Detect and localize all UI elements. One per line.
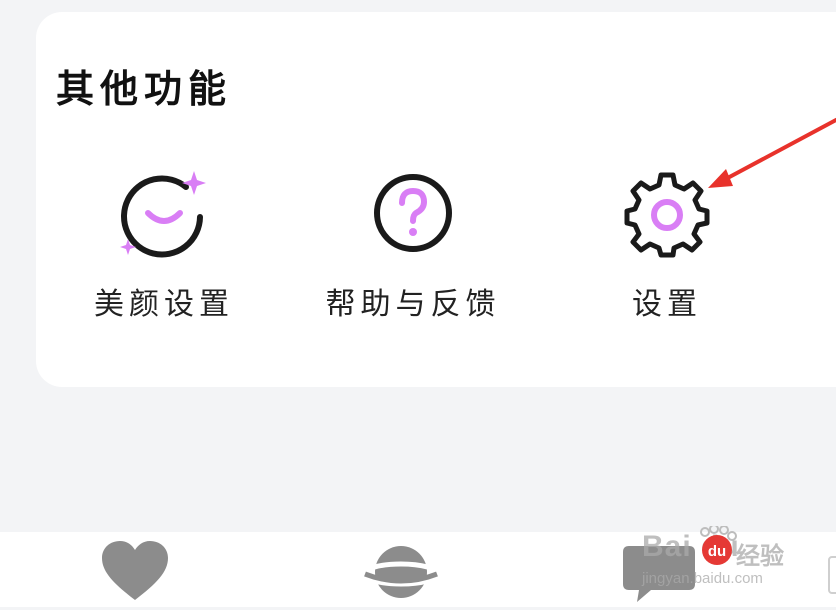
bottom-tab-bar [0,532,836,607]
help-feedback-button[interactable]: 帮助与反馈 [318,165,508,335]
heart-icon [100,540,170,606]
chat-bubble-icon [621,540,697,608]
question-mark-icon [365,165,461,261]
edge-scroll-handle [828,556,836,594]
section-title: 其他功能 [56,66,233,111]
beauty-face-sparkle-icon [116,165,212,261]
tab-messages[interactable] [614,540,704,610]
help-feedback-label: 帮助与反馈 [325,287,501,322]
planet-icon [361,540,441,608]
settings-label: 设置 [632,287,702,322]
tab-planet[interactable] [356,540,446,610]
tab-likes[interactable] [90,540,180,610]
beauty-settings-label: 美颜设置 [94,287,234,322]
beauty-settings-button[interactable]: 美颜设置 [69,165,259,335]
settings-button[interactable]: 设置 [572,165,762,335]
gear-icon [619,165,715,261]
